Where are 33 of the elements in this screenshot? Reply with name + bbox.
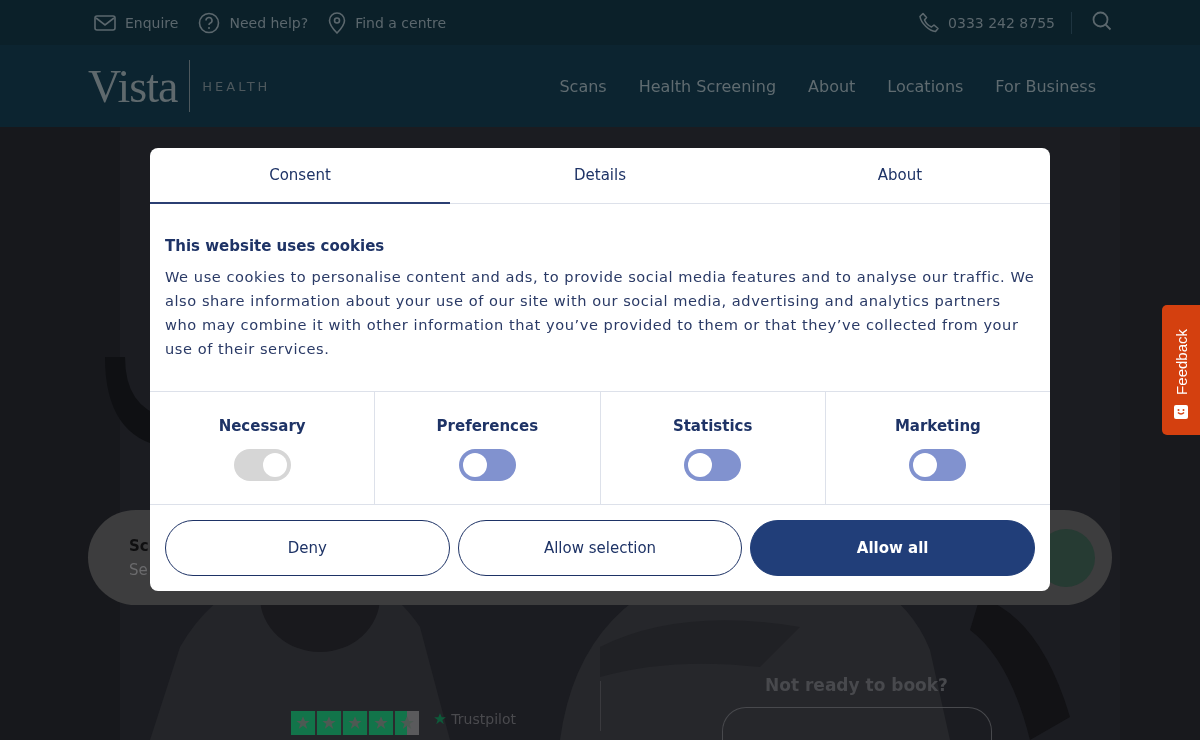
toggle-label: Statistics xyxy=(672,417,753,435)
toggle-switch[interactable] xyxy=(458,449,516,481)
search-icon[interactable] xyxy=(1092,11,1112,31)
top-link[interactable]: Find a centre xyxy=(328,11,447,34)
toggle-switch[interactable] xyxy=(909,449,967,481)
star-icon xyxy=(433,712,448,726)
nav-link[interactable]: Locations xyxy=(887,76,964,96)
choice-button[interactable]: Allow selection xyxy=(457,520,743,576)
toggle-label: Necessary xyxy=(218,417,306,435)
cookie-description: We use cookies to personalise content and ads, to provide social media features and to analyse our traffic. We also share information about your use of our site with our social media, advertising and analytics partners who may combine it with other information that you’ve provided to them or that they’ve collected from your use of their services. xyxy=(165,267,1035,359)
top-link[interactable]: Need help? xyxy=(198,11,309,34)
allow-all-button[interactable]: Allow all xyxy=(750,520,1035,576)
nav-link[interactable]: About xyxy=(808,76,856,96)
dialog-tab[interactable]: Details xyxy=(450,148,750,204)
vista-health-logo[interactable]: Vista HEALTH xyxy=(88,59,271,113)
toggle-label: Marketing xyxy=(894,417,981,435)
location-pin-icon xyxy=(328,11,347,34)
envelope-icon xyxy=(94,14,116,31)
dialog-tab[interactable]: Consent xyxy=(150,148,450,204)
phone-icon xyxy=(918,11,941,34)
phone-link[interactable]: 0333 242 8755 xyxy=(918,11,1072,34)
nav-link[interactable]: Health Screening xyxy=(638,76,777,96)
nav-link[interactable]: Scans xyxy=(559,76,607,96)
top-link[interactable]: Enquire xyxy=(94,14,179,31)
dialog-tab[interactable]: About xyxy=(750,148,1050,204)
nav-link[interactable]: For Business xyxy=(995,76,1096,96)
choice-button[interactable]: Deny xyxy=(165,520,450,576)
toggle-label: Preferences xyxy=(436,417,539,435)
toggle-switch[interactable] xyxy=(684,449,742,481)
feedback-tab[interactable]: Feedback xyxy=(1162,305,1200,435)
smiley-icon xyxy=(1174,405,1188,419)
help-icon xyxy=(198,11,221,34)
dialog-title: This website uses cookies xyxy=(165,237,386,255)
